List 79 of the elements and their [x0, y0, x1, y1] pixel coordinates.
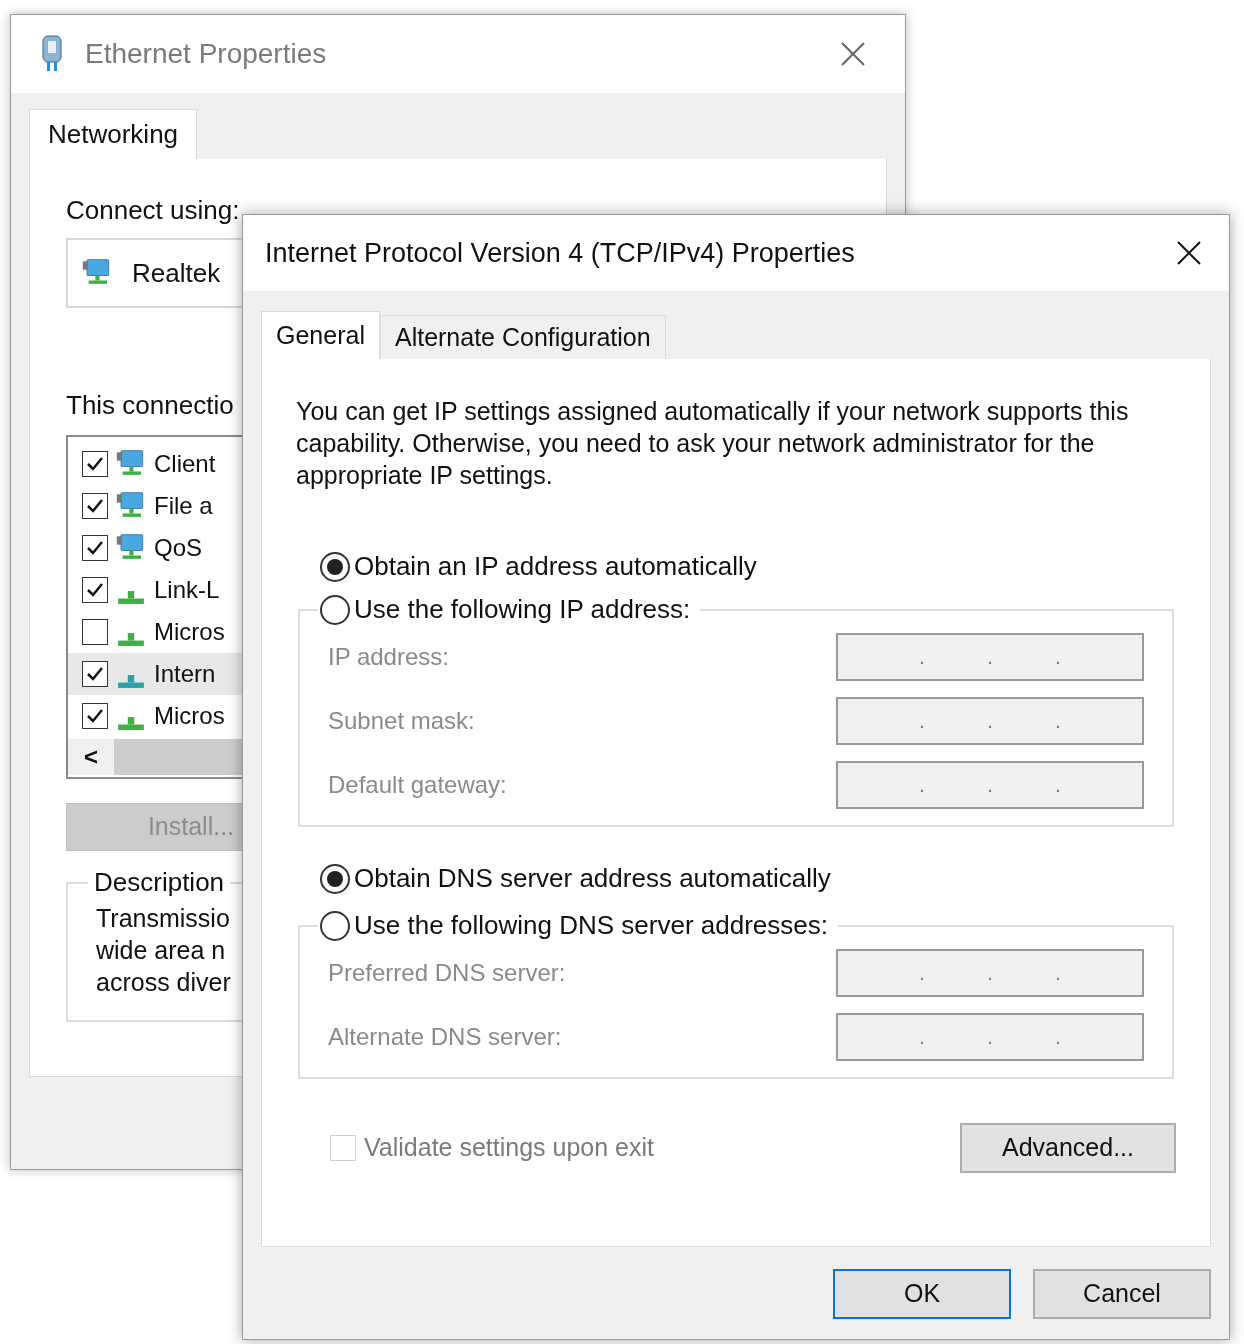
checkbox[interactable] — [82, 703, 108, 729]
network-connector-icon — [116, 631, 146, 647]
components-label: This connectio — [66, 389, 234, 422]
ip-separator: . — [1055, 1025, 1061, 1050]
field-label: IP address: — [328, 642, 449, 672]
description-text: Transmissio — [96, 903, 230, 934]
checkbox[interactable] — [82, 619, 108, 645]
scrollbar-thumb[interactable] — [114, 739, 242, 775]
ip-separator: . — [919, 1025, 925, 1050]
ip-separator: . — [987, 961, 993, 986]
checkmark-icon — [86, 581, 104, 599]
component-item[interactable]: Client — [68, 443, 242, 485]
radio-button[interactable] — [320, 551, 350, 582]
description-text: across diver — [96, 967, 231, 998]
component-label: Intern — [154, 659, 216, 689]
ip-separator: . — [1055, 709, 1061, 734]
component-label: Client — [154, 449, 216, 479]
ip-separator: . — [987, 1025, 993, 1050]
ip-separator: . — [1055, 961, 1061, 986]
radio-button[interactable] — [320, 910, 350, 941]
checkmark-icon — [86, 665, 104, 683]
dialog-button[interactable]: Cancel — [1033, 1269, 1211, 1319]
component-label: Micros — [154, 617, 225, 647]
checkbox[interactable] — [82, 451, 108, 477]
radio-label[interactable]: Use the following IP address: — [354, 590, 691, 629]
advanced-button[interactable]: Advanced... — [960, 1123, 1176, 1173]
checkbox[interactable] — [82, 577, 108, 603]
tab[interactable]: General — [261, 311, 380, 359]
network-connector-icon — [116, 715, 146, 731]
field-label: Preferred DNS server: — [328, 958, 566, 988]
intro-text: You can get IP settings assigned automatically if your network supports this capability. Otherwise, you need to ask your network administrator for the appropriate IP settings. — [296, 396, 1130, 491]
checkmark-icon — [86, 707, 104, 725]
checkbox[interactable] — [82, 493, 108, 519]
checkmark-icon — [86, 539, 104, 557]
ip-separator: . — [987, 709, 993, 734]
ip-separator: . — [919, 645, 925, 670]
window-title: Ethernet Properties — [85, 37, 327, 71]
network-connector-icon — [116, 589, 146, 605]
component-label: Micros — [154, 701, 225, 731]
field-label: Subnet mask: — [328, 706, 475, 736]
checkmark-icon — [86, 497, 104, 515]
radio-label[interactable]: Obtain an IP address automatically — [354, 547, 757, 586]
description-text: wide area n — [96, 935, 226, 966]
tab[interactable]: Networking — [29, 109, 198, 159]
component-item[interactable]: Link-L — [68, 569, 242, 611]
component-label: File a — [154, 491, 213, 521]
tab[interactable]: Alternate Configuration — [379, 315, 666, 359]
ip-separator: . — [1055, 773, 1061, 798]
radio-label[interactable]: Use the following DNS server addresses: — [354, 906, 828, 945]
component-item[interactable]: Intern — [68, 653, 242, 695]
ip-separator: . — [987, 773, 993, 798]
connect-using-label: Connect using: — [66, 194, 241, 227]
network-adapter-icon — [39, 35, 65, 73]
ip-separator: . — [919, 961, 925, 986]
description-label: Description — [94, 867, 225, 897]
component-item[interactable]: QoS — [68, 527, 242, 569]
adapter-name: Realtek — [132, 256, 221, 290]
component-label: QoS — [154, 533, 203, 563]
close-icon[interactable] — [1175, 239, 1203, 267]
radio-label[interactable]: Obtain DNS server address automatically — [354, 859, 831, 898]
ip-separator: . — [1055, 645, 1061, 670]
checkbox[interactable] — [82, 661, 108, 687]
network-connector-icon — [116, 673, 146, 689]
checkmark-icon — [86, 455, 104, 473]
radio-button[interactable] — [320, 863, 350, 894]
ip-separator: . — [919, 709, 925, 734]
component-item[interactable]: File a — [68, 485, 242, 527]
checkbox[interactable] — [82, 535, 108, 561]
window-title: Internet Protocol Version 4 (TCP/IPv4) Properties — [265, 236, 855, 270]
component-item[interactable]: Micros — [68, 695, 242, 737]
field-label: Alternate DNS server: — [328, 1022, 562, 1052]
dialog-button[interactable]: OK — [833, 1269, 1011, 1319]
field-label: Default gateway: — [328, 770, 507, 800]
ip-separator: . — [987, 645, 993, 670]
component-label: Link-L — [154, 575, 220, 605]
radio-button[interactable] — [320, 594, 350, 625]
ip-separator: . — [919, 773, 925, 798]
component-item[interactable]: Micros — [68, 611, 242, 653]
scroll-left-button[interactable]: < — [68, 739, 114, 775]
